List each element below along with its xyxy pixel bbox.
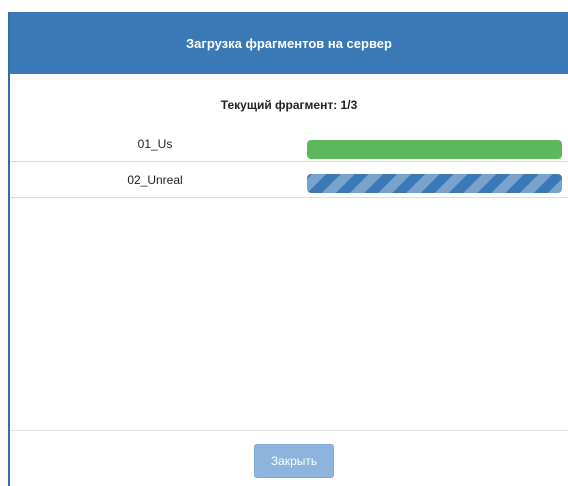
progress-fill: [307, 140, 562, 159]
progress-fill: [307, 174, 562, 193]
fragment-progress-bar: [307, 174, 562, 193]
footer-divider: [10, 430, 568, 431]
dialog-header: Загрузка фрагментов на сервер: [10, 12, 568, 74]
fragment-name: 02_Unreal: [127, 173, 183, 187]
upload-dialog: Загрузка фрагментов на сервер Текущий фр…: [8, 12, 568, 486]
fragment-row: 02_Unreal: [10, 164, 568, 198]
fragment-name: 01_Us: [137, 137, 173, 151]
dialog-title: Загрузка фрагментов на сервер: [186, 35, 392, 51]
close-button[interactable]: Закрыть: [254, 444, 334, 478]
fragment-row: 01_Us: [10, 128, 568, 162]
fragment-progress-bar: [307, 140, 562, 159]
current-fragment-label: Текущий фрагмент: 1/3: [220, 98, 358, 112]
